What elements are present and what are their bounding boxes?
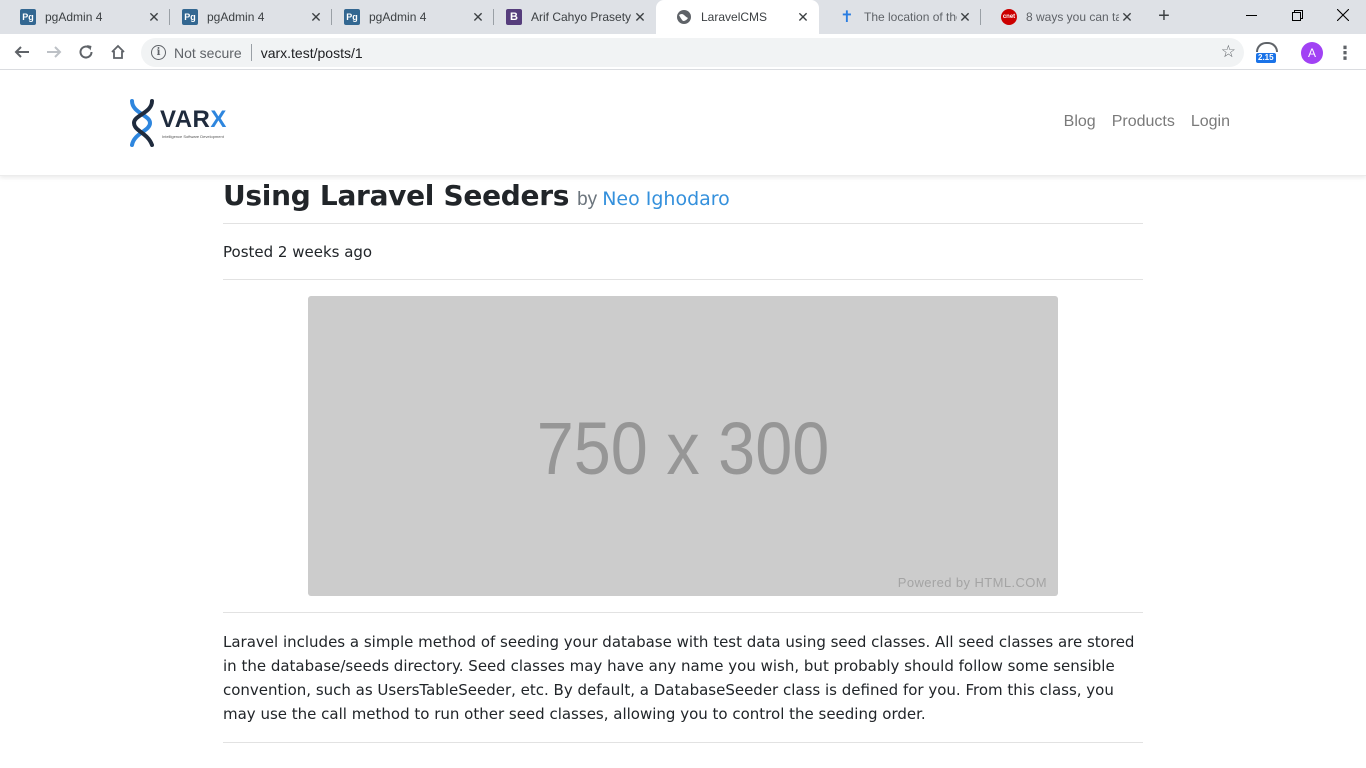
browser-tab-active[interactable]: LaravelCMS ✕ [656, 0, 819, 34]
pgadmin-icon: Pg [20, 9, 36, 25]
arrow-right-icon [47, 46, 62, 58]
close-icon[interactable]: ✕ [632, 9, 648, 25]
tab-title: pgAdmin 4 [45, 10, 103, 24]
tab-title: LaravelCMS [701, 10, 768, 24]
new-tab-button[interactable]: + [1152, 5, 1176, 29]
site-nav-links: Blog Products Login [1064, 113, 1230, 131]
close-icon[interactable]: ✕ [1119, 9, 1135, 25]
bookmark-star-icon[interactable]: ☆ [1221, 42, 1236, 62]
site-logo[interactable]: VARX Intelligence Software Development [126, 99, 244, 149]
divider [223, 223, 1143, 224]
reload-icon [79, 45, 93, 59]
tab-strip: Pg pgAdmin 4 ✕ Pg pgAdmin 4 ✕ Pg pgAdmin… [0, 0, 1366, 34]
post-headline: Using Laravel Seeders by Neo Ighodaro [223, 179, 1143, 212]
logo-wordmark: VARX [160, 106, 227, 133]
web-page: VARX Intelligence Software Development B… [0, 71, 1366, 768]
post-body: Laravel includes a simple method of seed… [223, 633, 1135, 723]
close-icon[interactable]: ✕ [795, 9, 811, 25]
browser-tab[interactable]: B Arif Cahyo Prasety ✕ [486, 0, 656, 34]
browser-tab[interactable]: ✝ The location of the ✕ [819, 0, 981, 34]
speedometer-icon [1256, 42, 1278, 52]
back-button[interactable] [8, 38, 36, 66]
pgadmin-icon: Pg [182, 9, 198, 25]
info-icon[interactable]: i [151, 45, 166, 60]
tab-title: 8 ways you can tak [1026, 10, 1119, 24]
post-date: Posted 2 weeks ago [223, 243, 373, 261]
browser-tab[interactable]: Pg pgAdmin 4 ✕ [0, 0, 170, 34]
divider [223, 742, 1143, 743]
bootstrap-icon: B [506, 9, 522, 25]
logo-tagline: Intelligence Software Development [162, 134, 224, 139]
cross-icon: ✝ [840, 9, 854, 26]
pgadmin-icon: Pg [344, 9, 360, 25]
forward-button[interactable] [40, 38, 68, 66]
varx-logo-mark [130, 99, 154, 147]
browser-tab[interactable]: Pg pgAdmin 4 ✕ [162, 0, 332, 34]
divider [223, 279, 1143, 280]
cnet-icon: cnet [1001, 9, 1017, 25]
home-icon [111, 44, 125, 59]
extension-badge: 2.15 [1256, 53, 1276, 63]
close-icon[interactable]: ✕ [146, 9, 162, 25]
reload-button[interactable] [72, 38, 100, 66]
omnibox-divider [250, 44, 252, 61]
close-icon[interactable]: ✕ [957, 9, 973, 25]
nav-link-blog[interactable]: Blog [1064, 113, 1096, 131]
site-navbar: VARX Intelligence Software Development B… [0, 71, 1366, 176]
post-title: Using Laravel Seeders [223, 179, 570, 212]
close-window-button[interactable] [1320, 0, 1366, 30]
address-bar[interactable]: i Not secure varx.test/posts/1 ☆ [141, 38, 1244, 67]
browser-menu-icon[interactable]: ⋮ [1335, 40, 1355, 66]
security-label[interactable]: Not secure [174, 45, 242, 61]
byline-prefix: by [577, 189, 598, 210]
extension-button[interactable]: 2.15 [1255, 42, 1279, 66]
profile-avatar[interactable]: A [1301, 42, 1323, 64]
divider [223, 612, 1143, 613]
tab-title: pgAdmin 4 [369, 10, 427, 24]
tab-title: pgAdmin 4 [207, 10, 265, 24]
placeholder-dimensions: 750 x 300 [536, 407, 830, 490]
minimize-button[interactable] [1228, 0, 1274, 30]
close-icon[interactable]: ✕ [308, 9, 324, 25]
author-link[interactable]: Neo Ighodaro [602, 188, 730, 210]
browser-tab[interactable]: Pg pgAdmin 4 ✕ [324, 0, 494, 34]
globe-icon [676, 9, 692, 25]
url-text[interactable]: varx.test/posts/1 [261, 45, 363, 61]
tab-title: Arif Cahyo Prasety [531, 10, 632, 24]
nav-link-login[interactable]: Login [1191, 113, 1230, 131]
tab-title: The location of the [864, 10, 957, 24]
nav-link-products[interactable]: Products [1112, 113, 1175, 131]
placeholder-credit: Powered by HTML.COM [897, 575, 1047, 590]
browser-toolbar: i Not secure varx.test/posts/1 ☆ 2.15 [0, 34, 1366, 70]
close-icon[interactable]: ✕ [470, 9, 486, 25]
arrow-left-icon [14, 46, 29, 58]
browser-tab[interactable]: cnet 8 ways you can tak ✕ [981, 0, 1143, 34]
post-image-placeholder: 750 x 300 Powered by HTML.COM [308, 296, 1058, 596]
home-button[interactable] [104, 38, 132, 66]
restore-button[interactable] [1274, 0, 1320, 30]
post-article: Using Laravel Seeders by Neo Ighodaro Po… [223, 176, 1143, 743]
